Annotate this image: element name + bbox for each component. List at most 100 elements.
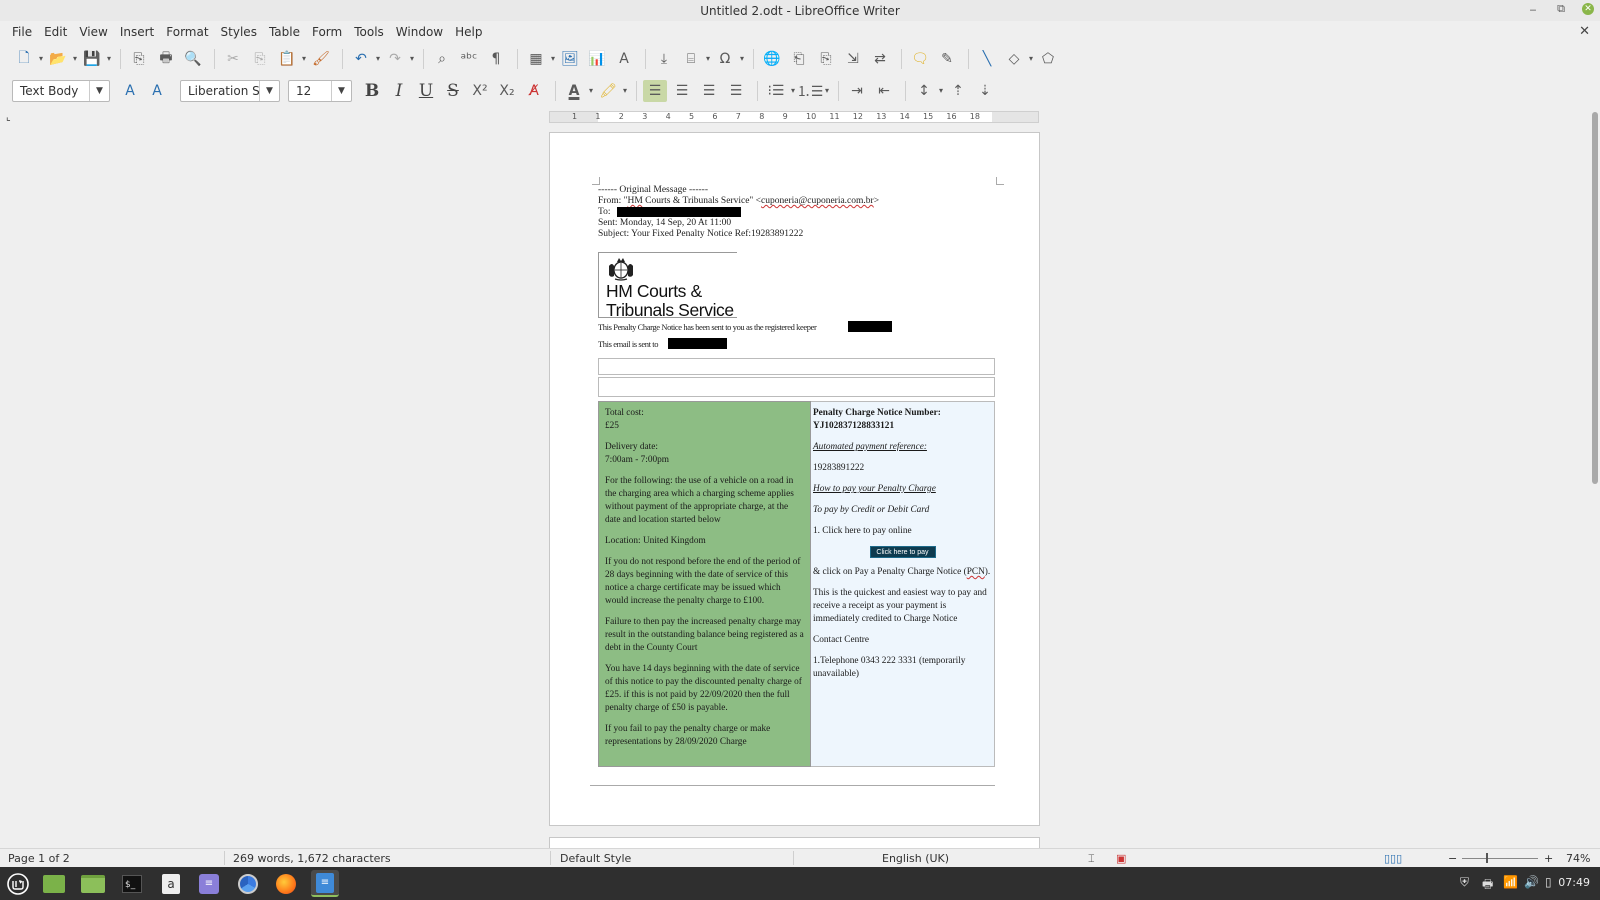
firefox-icon[interactable]: [272, 870, 300, 897]
font-color-icon[interactable]: A: [562, 80, 593, 102]
libreoffice-writer-icon[interactable]: ≡: [311, 870, 339, 897]
bookmark-icon[interactable]: ⇲: [841, 48, 865, 70]
redo-icon[interactable]: ↷: [383, 48, 414, 70]
how-to-pay-link[interactable]: How to pay your Penalty Charge: [813, 483, 992, 496]
click-here-to-pay-button[interactable]: Click here to pay: [869, 546, 936, 558]
cross-reference-icon[interactable]: ⇄: [868, 48, 892, 70]
align-right-icon[interactable]: ☰: [697, 80, 721, 102]
insert-image-icon[interactable]: 🖼: [558, 48, 582, 70]
insert-chart-icon[interactable]: 📊: [585, 48, 609, 70]
insert-table-icon[interactable]: ▦: [524, 48, 555, 70]
menu-view[interactable]: View: [73, 25, 113, 39]
menu-tools[interactable]: Tools: [348, 25, 390, 39]
files-icon[interactable]: [79, 870, 107, 897]
font-name-combo[interactable]: Liberation S ▼: [180, 80, 280, 102]
zoom-slider-handle[interactable]: [1486, 853, 1488, 863]
bold-button[interactable]: B: [360, 80, 384, 102]
basic-shapes-icon[interactable]: ◇: [1002, 48, 1033, 70]
menu-edit[interactable]: Edit: [38, 25, 73, 39]
chevron-down-icon[interactable]: ▼: [259, 81, 279, 101]
page-count[interactable]: Page 1 of 2: [8, 852, 70, 865]
comment-icon[interactable]: 🗨: [908, 48, 932, 70]
document-area[interactable]: ------ Original Message ------ From: "HM…: [0, 124, 1590, 848]
single-page-view-icon[interactable]: ▯▯▯: [1384, 852, 1402, 865]
insert-textbox-icon[interactable]: A: [612, 48, 636, 70]
align-left-icon[interactable]: ☰: [643, 80, 667, 102]
terminal-icon[interactable]: $_: [118, 870, 146, 897]
export-pdf-icon[interactable]: ⎘: [127, 48, 151, 70]
save-icon[interactable]: 💾: [80, 48, 111, 70]
word-count[interactable]: 269 words, 1,672 characters: [233, 852, 391, 865]
clone-formatting-icon[interactable]: 🖌: [309, 48, 333, 70]
paragraph-style-combo[interactable]: Text Body ▼: [12, 80, 110, 102]
software-manager-icon[interactable]: a: [157, 870, 185, 897]
ordered-list-icon[interactable]: ⒈☰: [797, 80, 829, 102]
cut-icon[interactable]: ✂: [221, 48, 245, 70]
strikethrough-button[interactable]: S: [441, 80, 465, 102]
shield-icon[interactable]: ⛨: [1460, 875, 1469, 890]
increase-indent-icon[interactable]: ⇥: [845, 80, 869, 102]
spelling-icon[interactable]: ᵃᵇᶜ: [457, 48, 481, 70]
decrease-indent-icon[interactable]: ⇤: [872, 80, 896, 102]
wifi-icon[interactable]: 📶: [1503, 875, 1518, 889]
document-modified-icon[interactable]: ▣: [1116, 852, 1126, 865]
paste-icon[interactable]: 📋: [275, 48, 306, 70]
scrollbar-thumb[interactable]: [1592, 112, 1598, 484]
undo-icon[interactable]: ↶: [349, 48, 380, 70]
special-character-icon[interactable]: Ω: [713, 48, 744, 70]
chevron-down-icon[interactable]: ▼: [331, 81, 351, 101]
track-changes-icon[interactable]: ✎: [935, 48, 959, 70]
battery-icon[interactable]: ▯: [1545, 875, 1552, 889]
zoom-slider[interactable]: [1462, 858, 1538, 859]
insert-mode-icon[interactable]: ⌶: [1088, 852, 1095, 866]
chevron-down-icon[interactable]: ▼: [89, 81, 109, 101]
draw-functions-icon[interactable]: ⬠: [1036, 48, 1060, 70]
vertical-scrollbar[interactable]: [1590, 108, 1600, 848]
new-style-icon[interactable]: A: [145, 80, 169, 102]
page-2[interactable]: [549, 837, 1040, 848]
minimize-icon[interactable]: ‒: [1526, 2, 1540, 16]
footnote-icon[interactable]: ⎗: [787, 48, 811, 70]
zoom-out-icon[interactable]: −: [1448, 852, 1457, 865]
clock[interactable]: 07:49: [1558, 876, 1590, 889]
find-replace-icon[interactable]: ⌕: [430, 48, 454, 70]
insert-line-icon[interactable]: ╲: [975, 48, 999, 70]
printer-icon[interactable]: 🖶: [1482, 875, 1493, 896]
tab-stop-icon[interactable]: ⌞: [6, 112, 11, 123]
font-size-combo[interactable]: 12 ▼: [288, 80, 352, 102]
close-window-icon[interactable]: ✕: [1582, 3, 1594, 15]
page-style[interactable]: Default Style: [560, 852, 631, 865]
highlight-color-icon[interactable]: 🖍: [596, 80, 627, 102]
align-center-icon[interactable]: ☰: [670, 80, 694, 102]
superscript-button[interactable]: X²: [468, 80, 492, 102]
new-document-icon[interactable]: 🗋: [12, 48, 43, 70]
show-desktop-icon[interactable]: [40, 870, 68, 897]
increase-paragraph-spacing-icon[interactable]: ⇡: [946, 80, 970, 102]
print-icon[interactable]: 🖶: [154, 48, 178, 70]
text-editor-icon[interactable]: ≡: [195, 870, 223, 897]
restore-icon[interactable]: ⧉: [1554, 2, 1568, 16]
subscript-button[interactable]: X₂: [495, 80, 519, 102]
chromium-icon[interactable]: [234, 870, 262, 897]
zoom-level[interactable]: 74%: [1566, 852, 1590, 865]
menu-form[interactable]: Form: [306, 25, 348, 39]
insert-page-break-icon[interactable]: ⤓: [652, 48, 676, 70]
volume-icon[interactable]: 🔊: [1524, 875, 1539, 889]
menu-format[interactable]: Format: [160, 25, 214, 39]
menu-window[interactable]: Window: [390, 25, 449, 39]
formatting-marks-icon[interactable]: ¶: [484, 48, 508, 70]
insert-field-icon[interactable]: ⌸: [679, 48, 710, 70]
hyperlink-icon[interactable]: 🌐: [760, 48, 784, 70]
close-document-icon[interactable]: ✕: [1579, 24, 1590, 39]
menu-insert[interactable]: Insert: [114, 25, 160, 39]
copy-icon[interactable]: ⎘: [248, 48, 272, 70]
clear-formatting-icon[interactable]: A̸: [522, 80, 546, 102]
zoom-in-icon[interactable]: +: [1544, 852, 1553, 865]
menu-styles[interactable]: Styles: [215, 25, 263, 39]
language[interactable]: English (UK): [882, 852, 949, 865]
justify-icon[interactable]: ☰: [724, 80, 748, 102]
print-preview-icon[interactable]: 🔍: [181, 48, 205, 70]
horizontal-ruler[interactable]: 1 1 2 3 4 5 6 7 8 9 10 11 12 13 14 15 16 18: [549, 111, 1039, 123]
menu-table[interactable]: Table: [263, 25, 306, 39]
menu-help[interactable]: Help: [449, 25, 488, 39]
